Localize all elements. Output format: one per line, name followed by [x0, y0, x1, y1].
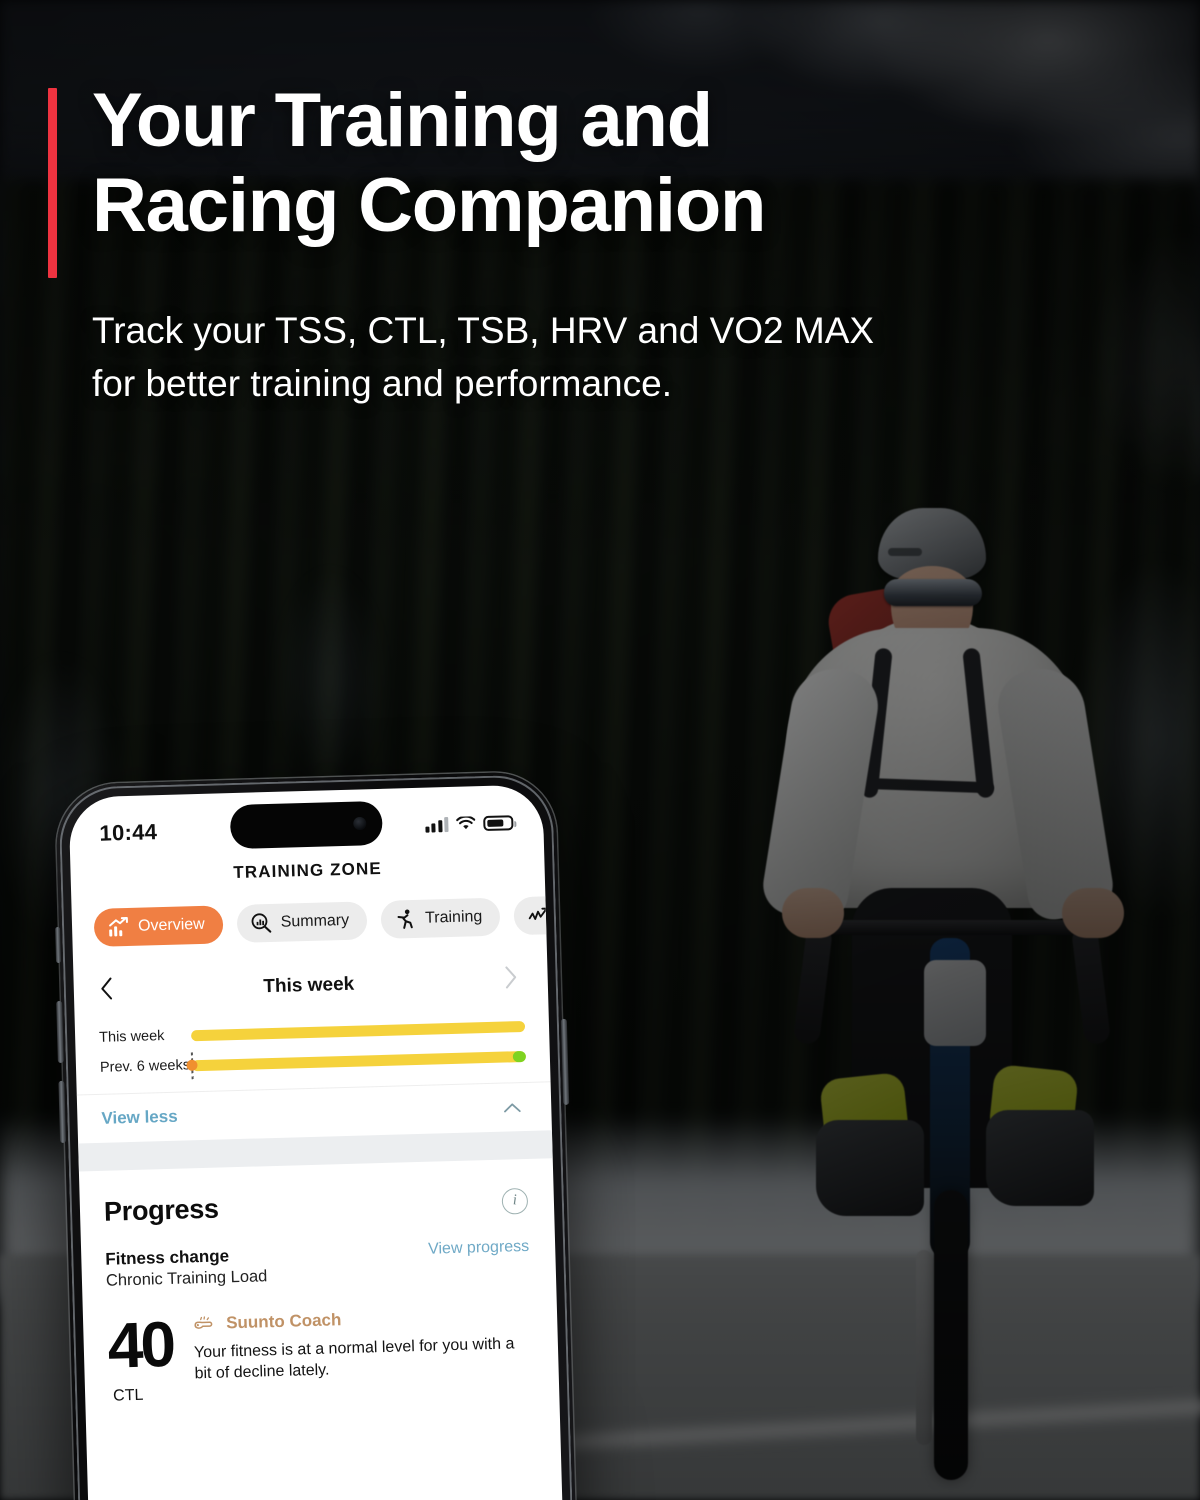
coach-message-text: Your fitness is at a normal level for yo… [193, 1335, 515, 1383]
load-bar-track [190, 1020, 526, 1041]
phone-screen: 10:44 TRAINING ZONE Overview Summary Tra… [68, 784, 564, 1500]
dynamic-island [229, 800, 383, 850]
progress-card: Progress i Fitness change Chronic Traini… [79, 1158, 559, 1406]
fitness-change-text: Fitness change Chronic Training Load [105, 1245, 268, 1290]
load-row-prev-weeks: Prev. 6 weeks [99, 1048, 527, 1079]
headline-line-1: Your Training and [92, 78, 713, 163]
zigzag-trend-icon [528, 904, 547, 927]
tab-overview-label: Overview [137, 915, 205, 935]
ctl-unit-label: CTL [112, 1386, 144, 1405]
running-person-icon [394, 908, 417, 931]
wifi-icon [456, 815, 476, 829]
bar-chart-trend-icon [107, 916, 130, 939]
marketing-hero-screenshot: Your Training and Racing Companion Track… [0, 0, 1200, 1500]
volume-up-button[interactable] [56, 1000, 64, 1064]
load-label-prev-weeks: Prev. 6 weeks [99, 1057, 191, 1076]
ctl-metric: 40 CTL [106, 1307, 189, 1406]
battery-icon [483, 814, 514, 831]
page-title: Your Training and Racing Companion [92, 78, 1022, 248]
red-accent-bar [48, 88, 57, 278]
info-circle-icon[interactable]: i [501, 1187, 529, 1215]
tab-trend[interactable] [513, 895, 547, 936]
next-week-button[interactable] [504, 965, 518, 994]
phone-mockup: 10:44 TRAINING ZONE Overview Summary Tra… [55, 771, 577, 1500]
coach-insight-row: 40 CTL Suunto Coach Your fitness is at a… [107, 1305, 533, 1406]
prev-week-button[interactable] [99, 976, 113, 1005]
fitness-change-subtitle: Chronic Training Load [105, 1267, 268, 1290]
chevron-right-icon [505, 966, 517, 989]
tab-summary-label: Summary [280, 911, 350, 931]
load-bar-fill [191, 1050, 527, 1071]
tab-summary[interactable]: Summary [236, 901, 368, 943]
training-load-bars: This week Prev. 6 weeks [75, 1011, 551, 1094]
whistle-icon [194, 1315, 213, 1329]
headline-line-2: Racing Companion [92, 163, 766, 249]
load-bar-track [186, 1050, 527, 1079]
chevron-up-icon [504, 1102, 521, 1112]
view-progress-link[interactable]: View progress [428, 1238, 530, 1259]
status-indicators [424, 814, 514, 833]
load-row-this-week: This week [98, 1018, 526, 1046]
tab-overview[interactable]: Overview [93, 905, 224, 947]
tab-training[interactable]: Training [380, 897, 501, 939]
page-subtitle: Track your TSS, CTL, TSB, HRV and VO2 MA… [92, 305, 1052, 410]
magnifier-chart-icon [249, 912, 272, 935]
coach-name-row: Suunto Coach [193, 1305, 531, 1334]
tab-training-label: Training [424, 908, 483, 927]
front-camera-icon [353, 816, 367, 831]
silent-switch[interactable] [55, 926, 62, 964]
chevron-left-icon [101, 977, 113, 1000]
coach-name-label: Suunto Coach [225, 1310, 342, 1333]
load-bar-green-cap [512, 1050, 527, 1062]
cellular-signal-icon [424, 816, 449, 833]
subhead-line-2: for better training and performance. [92, 362, 672, 404]
fitness-change-title: Fitness change [105, 1246, 230, 1269]
week-label: This week [263, 973, 355, 997]
volume-down-button[interactable] [58, 1080, 67, 1143]
coach-message-block: Suunto Coach Your fitness is at a normal… [187, 1305, 533, 1403]
load-bar-fill [190, 1020, 526, 1041]
status-bar: 10:44 [68, 784, 543, 855]
subhead-line-1: Track your TSS, CTL, TSB, HRV and VO2 MA… [92, 310, 875, 351]
progress-header: Progress i [104, 1185, 529, 1228]
phone-frame: 10:44 TRAINING ZONE Overview Summary Tra… [55, 771, 577, 1500]
view-less-label: View less [101, 1106, 178, 1128]
week-navigator: This week [73, 938, 549, 1024]
load-label-this-week: This week [98, 1028, 165, 1046]
progress-title: Progress [103, 1193, 220, 1227]
ctl-value: 40 [106, 1307, 174, 1382]
fitness-change-row: Fitness change Chronic Training Load Vie… [105, 1238, 530, 1291]
status-time: 10:44 [99, 819, 158, 846]
